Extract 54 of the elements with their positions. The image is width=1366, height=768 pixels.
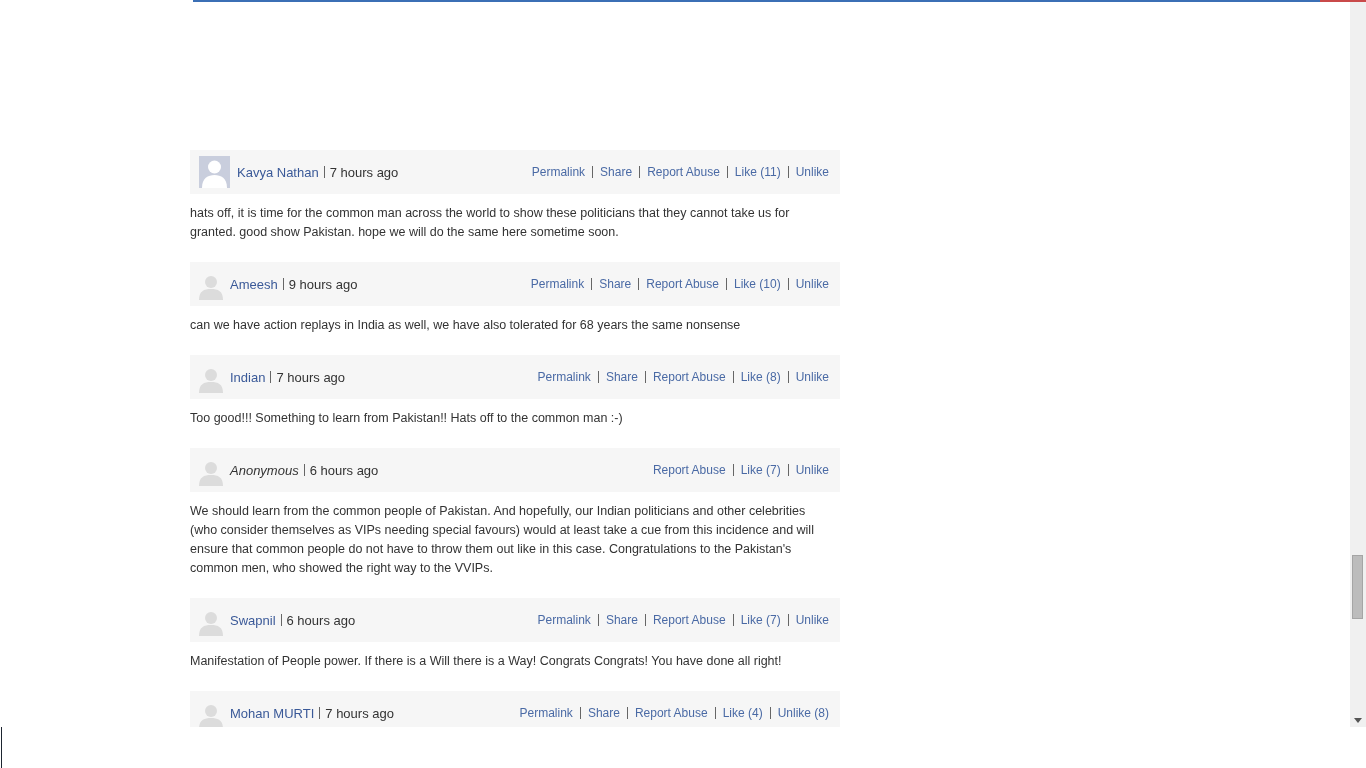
action-link[interactable]: Unlike	[795, 370, 829, 384]
action-link[interactable]: Like (7)	[740, 613, 781, 627]
action-link[interactable]: Like (11)	[734, 165, 781, 179]
anonymous-label: Anonymous	[230, 462, 299, 478]
scroll-down-icon[interactable]	[1354, 718, 1362, 723]
author-link[interactable]: Kavya Nathan	[237, 164, 319, 180]
avatar-icon	[199, 274, 223, 300]
action-link[interactable]: Unlike	[795, 463, 829, 477]
author-link[interactable]: Indian	[230, 369, 266, 385]
timestamp: 7 hours ago	[276, 369, 346, 385]
action-link[interactable]: Report Abuse	[652, 613, 726, 627]
action-link[interactable]: Like (8)	[740, 370, 781, 384]
author-link[interactable]: Ameesh	[230, 276, 278, 292]
action-link[interactable]: Report Abuse	[634, 706, 708, 720]
action-link[interactable]: Report Abuse	[652, 463, 726, 477]
timestamp: 7 hours ago	[325, 705, 394, 721]
action-link[interactable]: Like (7)	[740, 463, 781, 477]
action-link[interactable]: Permalink	[530, 277, 585, 291]
timestamp: 6 hours ago	[286, 612, 356, 628]
action-link[interactable]: Like (4)	[722, 706, 763, 720]
action-link[interactable]: Permalink	[531, 165, 586, 179]
author-link[interactable]: Swapnil	[230, 612, 276, 628]
action-link[interactable]: Share	[600, 165, 633, 179]
action-link[interactable]: Share	[587, 706, 620, 720]
avatar-icon	[199, 703, 223, 727]
timestamp: 6 hours ago	[309, 462, 379, 478]
action-link[interactable]: Permalink	[537, 370, 591, 384]
avatar-icon	[199, 460, 223, 486]
action-link[interactable]: Report Abuse	[646, 277, 719, 291]
avatar-icon	[199, 610, 223, 636]
action-link[interactable]: Report Abuse	[647, 165, 720, 179]
comment-text: We should learn from the common people of Pakistan. And hopefully, our Indian politicians and other celebrities (who consider themselves as VIPs needing special favours) would at least take a cue from this incidence and will ensure that common people do not have to throw them out like in this case. Congratulations to the Pakistan's common men, who showed the right way to the VVIPs.	[190, 503, 815, 577]
action-link[interactable]: Unlike (8)	[777, 706, 829, 720]
action-link[interactable]: Share	[605, 613, 638, 627]
scrollbar[interactable]	[1350, 2, 1366, 727]
action-link[interactable]: Report Abuse	[652, 370, 726, 384]
avatar-icon	[199, 367, 223, 393]
timestamp: 9 hours ago	[288, 276, 358, 292]
action-link[interactable]: Share	[605, 370, 638, 384]
scrollbar-thumb[interactable]	[1352, 555, 1363, 619]
action-link[interactable]: Share	[599, 277, 632, 291]
comment-text: hats off, it is time for the common man across the world to show these politicians that they cannot take us for granted. good show Pakistan. hope we will do the same here sometime soon.	[190, 205, 791, 241]
action-link[interactable]: Unlike	[795, 277, 829, 291]
comment-text: Manifestation of People power. If there is a Will there is a Way! Congrats Congrats! You have done all right!	[190, 653, 783, 670]
comment-text: can we have action replays in India as well, we have also tolerated for 68 years the same nonsense	[190, 317, 742, 334]
action-link[interactable]: Permalink	[519, 706, 573, 720]
action-link[interactable]: Like (10)	[733, 277, 781, 291]
action-link[interactable]: Unlike	[795, 613, 829, 627]
action-link[interactable]: Unlike	[795, 165, 829, 179]
comment-text: Too good!!! Something to learn from Pakistan!! Hats off to the common man :-)	[190, 410, 624, 427]
timestamp: 7 hours ago	[329, 164, 399, 180]
action-link[interactable]: Permalink	[537, 613, 591, 627]
author-link[interactable]: Mohan MURTI	[230, 705, 315, 721]
avatar-icon	[199, 156, 230, 188]
